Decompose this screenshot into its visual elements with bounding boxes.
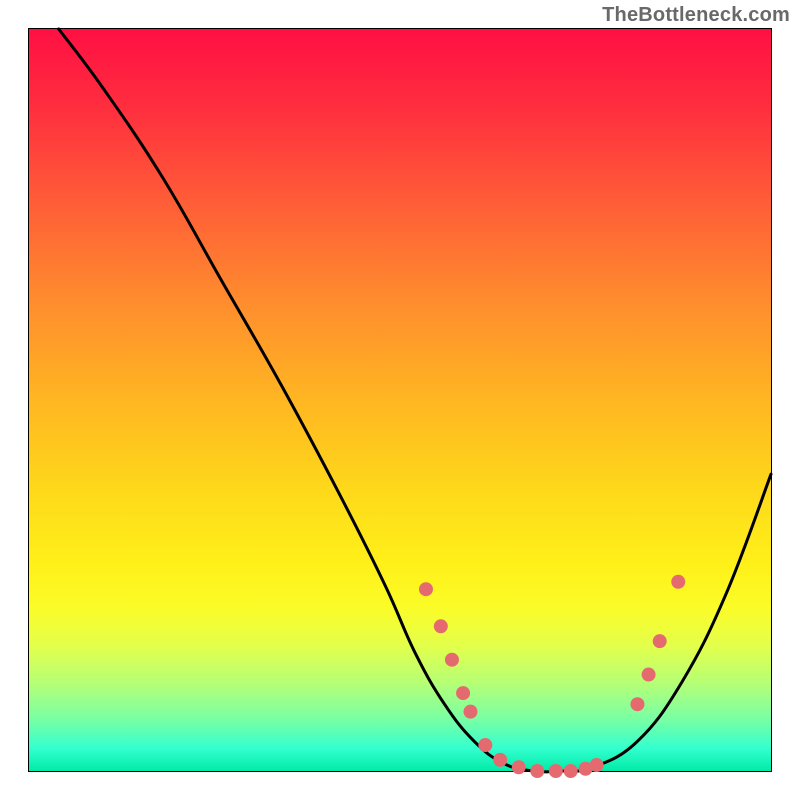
data-marker — [630, 697, 644, 711]
data-marker — [564, 764, 578, 778]
data-marker — [434, 619, 448, 633]
data-marker — [463, 705, 477, 719]
chart-svg — [0, 0, 800, 800]
data-marker — [445, 653, 459, 667]
data-marker — [549, 764, 563, 778]
data-marker — [653, 634, 667, 648]
data-marker — [478, 738, 492, 752]
data-marker — [530, 764, 544, 778]
data-marker — [456, 686, 470, 700]
watermark-text: TheBottleneck.com — [602, 4, 790, 27]
data-marker — [590, 758, 604, 772]
data-marker — [642, 668, 656, 682]
data-marker — [419, 582, 433, 596]
data-marker — [512, 760, 526, 774]
marker-group — [419, 575, 685, 778]
bottleneck-curve — [59, 29, 771, 772]
data-marker — [493, 753, 507, 767]
chart-container: TheBottleneck.com — [0, 0, 800, 800]
data-marker — [671, 575, 685, 589]
